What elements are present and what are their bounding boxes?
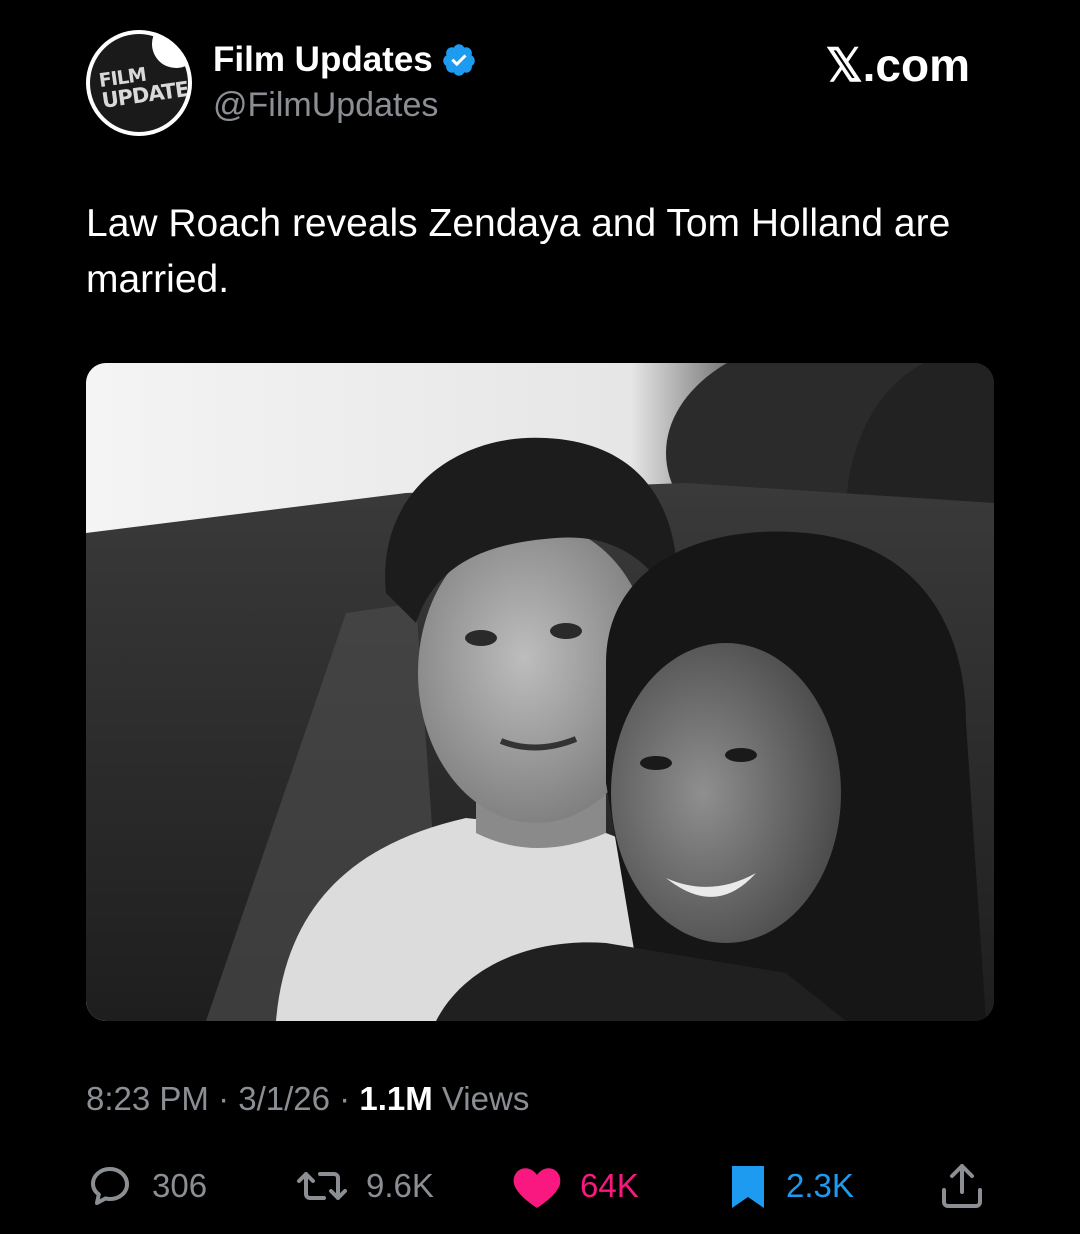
meta-separator: · [218,1080,230,1117]
share-button[interactable] [940,1158,984,1214]
reply-icon [91,1167,129,1205]
like-count: 64K [580,1167,639,1204]
photo-couple-illustration [86,363,994,1021]
retweet-count: 9.6K [366,1167,434,1204]
retweet-icon [297,1172,347,1200]
account-avatar[interactable]: FILM UPDATES [86,30,192,136]
reply-count: 306 [152,1167,208,1204]
display-name[interactable]: Film Updates [213,40,433,80]
meta-separator: · [339,1080,351,1117]
tweet-photo[interactable] [86,363,994,1021]
retweet-button[interactable]: 9.6K [296,1158,434,1214]
tweet-date[interactable]: 3/1/26 [238,1080,330,1117]
tweet-time[interactable]: 8:23 PM [86,1080,209,1117]
reply-button[interactable]: 306 [86,1158,207,1214]
share-icon [942,1164,982,1208]
tweet-meta: 8:23 PM · 3/1/26 · 1.1M Views [86,1080,529,1118]
account-name-row[interactable]: Film Updates [213,40,477,80]
tweet-action-bar: 306 9.6K 64K 2.3K [86,1158,996,1214]
brand-label: 𝕏.com [825,39,970,91]
heart-icon [513,1168,561,1208]
like-button[interactable]: 64K [512,1158,639,1214]
views-count: 1.1M [359,1080,433,1117]
bookmark-button[interactable]: 2.3K [728,1158,854,1214]
account-handle[interactable]: @FilmUpdates [213,86,438,125]
tweet-text: Law Roach reveals Zendaya and Tom Hollan… [86,202,951,301]
verified-badge-icon [443,44,475,76]
bookmark-icon [732,1166,764,1208]
views-label: Views [441,1080,530,1117]
bookmark-count: 2.3K [786,1167,854,1204]
